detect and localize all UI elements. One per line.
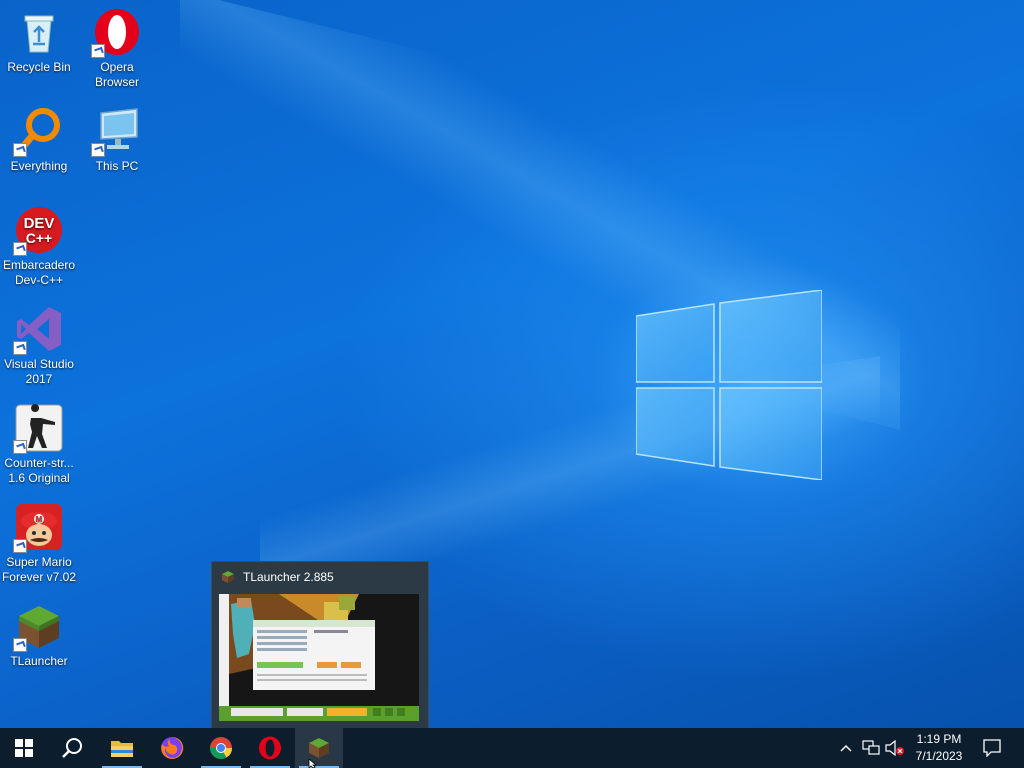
tlauncher-grass-block-icon bbox=[13, 602, 63, 652]
tlauncher-small-icon bbox=[222, 571, 234, 583]
network-icon bbox=[862, 740, 880, 755]
visual-studio-icon bbox=[13, 305, 63, 355]
desktop-icon-label: Embarcadero Dev-C++ bbox=[2, 258, 76, 287]
taskbar-tlauncher[interactable] bbox=[295, 728, 343, 768]
svg-text:C++: C++ bbox=[26, 230, 52, 246]
opera-icon bbox=[91, 8, 141, 58]
taskbar-firefox[interactable] bbox=[148, 728, 196, 768]
desktop-icon-this-pc[interactable]: This PC bbox=[78, 107, 156, 174]
firefox-icon bbox=[161, 736, 184, 759]
desktop-icon-visual-studio[interactable]: Visual Studio 2017 bbox=[0, 305, 78, 387]
desktop-icon-label: Recycle Bin bbox=[7, 60, 71, 74]
launcher-window-thumbnail bbox=[219, 594, 419, 721]
shortcut-arrow-icon bbox=[13, 143, 27, 157]
action-center-button[interactable] bbox=[978, 728, 1006, 768]
search-button[interactable] bbox=[48, 728, 96, 768]
taskbar-opera[interactable] bbox=[246, 728, 294, 768]
notification-icon bbox=[983, 739, 1001, 757]
mouse-cursor-icon bbox=[308, 759, 318, 768]
clock-date: 7/1/2023 bbox=[915, 749, 963, 763]
network-button[interactable] bbox=[860, 728, 882, 768]
desktop-icon-label: Visual Studio 2017 bbox=[4, 357, 74, 386]
desktop-icon-dev-cpp[interactable]: DEV C++ Embarcadero Dev-C++ bbox=[0, 206, 78, 288]
windows-start-icon bbox=[15, 739, 33, 757]
search-icon bbox=[62, 738, 82, 758]
computer-monitor-icon bbox=[91, 107, 141, 157]
taskbar-window-preview[interactable]: TLauncher 2.885 bbox=[211, 561, 429, 729]
shortcut-arrow-icon bbox=[13, 440, 27, 454]
desktop-icon-super-mario[interactable]: M Super Mario Forever v7.02 bbox=[0, 503, 78, 585]
shortcut-arrow-icon bbox=[13, 242, 27, 256]
desktop-icon-label: Super Mario Forever v7.02 bbox=[1, 555, 77, 584]
clock-time: 1:19 PM bbox=[916, 732, 962, 746]
desktop-icon-label: TLauncher bbox=[10, 654, 68, 668]
taskbar-file-explorer[interactable] bbox=[98, 728, 146, 768]
shortcut-arrow-icon bbox=[13, 341, 27, 355]
start-button[interactable] bbox=[0, 728, 48, 768]
taskbar-chrome[interactable] bbox=[197, 728, 245, 768]
desktop-icon-label: This PC bbox=[95, 159, 139, 173]
volume-button[interactable] bbox=[884, 728, 906, 768]
desktop-icon-everything[interactable]: Everything bbox=[0, 107, 78, 174]
desktop-icon-label: Opera Browser bbox=[94, 60, 139, 89]
desktop-icon-label: Counter-str... 1.6 Original bbox=[4, 456, 74, 485]
chrome-icon bbox=[210, 737, 232, 759]
shortcut-arrow-icon bbox=[13, 638, 27, 652]
tlauncher-grass-block-icon bbox=[309, 738, 329, 758]
desktop-icon-counter-strike[interactable]: Counter-str... 1.6 Original bbox=[0, 404, 78, 486]
desktop-icon-opera-browser[interactable]: Opera Browser bbox=[78, 8, 156, 90]
opera-icon bbox=[259, 736, 281, 760]
preview-thumbnail[interactable] bbox=[219, 594, 419, 721]
folder-icon bbox=[111, 741, 133, 757]
desktop-icon-tlauncher[interactable]: TLauncher bbox=[0, 602, 78, 669]
shortcut-arrow-icon bbox=[91, 44, 105, 58]
counter-strike-icon bbox=[13, 404, 63, 454]
preview-window-title: TLauncher 2.885 bbox=[243, 570, 334, 584]
dev-cpp-icon: DEV C++ bbox=[13, 206, 63, 256]
shortcut-arrow-icon bbox=[13, 539, 27, 553]
everything-search-icon bbox=[13, 107, 63, 157]
show-hidden-icons-button[interactable] bbox=[836, 728, 856, 768]
windows-logo-wallpaper bbox=[636, 290, 822, 480]
taskbar: 1:19 PM 7/1/2023 bbox=[0, 728, 1024, 768]
taskbar-clock[interactable]: 1:19 PM 7/1/2023 bbox=[908, 731, 970, 765]
volume-muted-icon bbox=[885, 740, 904, 756]
desktop-icon-recycle-bin[interactable]: Recycle Bin bbox=[0, 8, 78, 75]
mario-icon: M bbox=[13, 503, 63, 553]
chevron-up-icon bbox=[840, 744, 852, 752]
recycle-bin-icon bbox=[15, 8, 63, 56]
desktop-icon-label: Everything bbox=[10, 159, 68, 173]
shortcut-arrow-icon bbox=[91, 143, 105, 157]
svg-text:M: M bbox=[36, 515, 43, 524]
